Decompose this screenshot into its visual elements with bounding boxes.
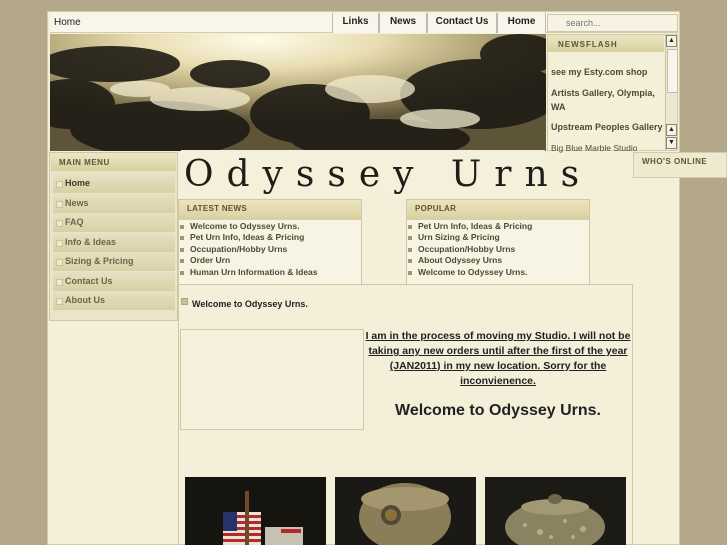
menu-item-label: Home xyxy=(65,178,91,188)
popular-link[interactable]: Urn Sizing & Pricing xyxy=(418,232,500,242)
nav-link-news[interactable]: News xyxy=(379,13,427,33)
whos-online-heading: WHO'S ONLINE xyxy=(633,152,727,178)
popular-link[interactable]: Pet Urn Info, Ideas & Pricing xyxy=(418,221,532,231)
menu-item-about-us[interactable]: About Us xyxy=(53,291,175,310)
scroll-down-arrow-icon[interactable]: ▼ xyxy=(666,137,677,149)
bullet-icon xyxy=(408,235,412,240)
newsflash-scrollbar[interactable]: ▲ ▲ ▼ xyxy=(665,35,678,150)
site-logo: Odyssey Urns xyxy=(181,150,579,197)
popular-item[interactable]: About Odyssey Urns xyxy=(408,255,502,265)
latest-news-item[interactable]: Welcome to Odyssey Urns. xyxy=(180,221,299,231)
moving-notice: I am in the process of moving my Studio.… xyxy=(365,330,631,387)
popular-item[interactable]: Welcome to Odyssey Urns. xyxy=(408,267,527,277)
bullet-icon xyxy=(180,258,184,263)
menu-item-contact-us[interactable]: Contact Us xyxy=(53,272,175,291)
scrollbar-thumb[interactable] xyxy=(667,49,678,93)
latest-news-item[interactable]: Order Urn xyxy=(180,255,230,265)
bullet-icon xyxy=(408,270,412,275)
popular-item[interactable]: Urn Sizing & Pricing xyxy=(408,232,500,242)
menu-item-label: About Us xyxy=(65,295,105,305)
newsflash-item[interactable]: see my Esty.com shop xyxy=(551,65,663,79)
menu-item-label: News xyxy=(65,198,89,208)
latest-news-link[interactable]: Human Urn Information & Ideas xyxy=(190,267,318,277)
media-placeholder xyxy=(180,329,364,430)
latest-news-item[interactable]: Human Urn Information & Ideas xyxy=(180,267,318,277)
bullet-icon xyxy=(56,201,63,208)
menu-item-news[interactable]: News xyxy=(53,194,175,213)
popular-item[interactable]: Pet Urn Info, Ideas & Pricing xyxy=(408,221,532,231)
bullet-icon xyxy=(56,240,63,247)
menu-item-home[interactable]: Home xyxy=(53,174,175,193)
menu-item-sizing-pricing[interactable]: Sizing & Pricing xyxy=(53,252,175,271)
bullet-icon xyxy=(180,247,184,252)
bullet-icon xyxy=(180,224,184,229)
popular-link[interactable]: About Odyssey Urns xyxy=(418,255,502,265)
newsflash-item[interactable]: Artists Gallery, Olympia, WA xyxy=(551,86,663,114)
welcome-heading: Welcome to Odyssey Urns. xyxy=(395,402,601,419)
latest-news-link[interactable]: Welcome to Odyssey Urns. xyxy=(190,221,299,231)
popular-item[interactable]: Occupation/Hobby Urns xyxy=(408,244,515,254)
bullet-icon xyxy=(56,181,63,188)
nav-link-contact-us[interactable]: Contact Us xyxy=(427,13,497,33)
bullet-icon xyxy=(408,224,412,229)
bullet-icon xyxy=(408,247,412,252)
urn-photo-stone[interactable] xyxy=(485,477,626,545)
popular-link[interactable]: Welcome to Odyssey Urns. xyxy=(418,267,527,277)
breadcrumb[interactable]: Home xyxy=(54,17,81,28)
bullet-icon xyxy=(56,220,63,227)
helmet-urn-image xyxy=(335,477,476,545)
bullet-icon xyxy=(180,270,184,275)
stone-urn-image xyxy=(485,477,626,545)
newsflash-heading: NEWSFLASH xyxy=(548,35,664,52)
bullet-icon xyxy=(56,279,63,286)
header-banner-image xyxy=(50,34,546,151)
main-menu-heading: MAIN MENU xyxy=(51,154,176,171)
bullet-icon xyxy=(56,259,63,266)
bullet-icon xyxy=(56,298,63,305)
nav-link-home[interactable]: Home xyxy=(497,13,546,33)
bullet-icon xyxy=(180,235,184,240)
scroll-up-arrow-icon[interactable]: ▲ xyxy=(666,124,677,136)
flag-urn-image xyxy=(185,477,326,545)
nav-link-links[interactable]: Links xyxy=(332,13,379,33)
menu-item-info-ideas[interactable]: Info & Ideas xyxy=(53,233,175,252)
menu-item-label: Info & Ideas xyxy=(65,237,117,247)
bullet-icon xyxy=(408,258,412,263)
article-title[interactable]: Welcome to Odyssey Urns. xyxy=(192,299,308,309)
article-icon xyxy=(181,298,188,305)
latest-news-heading: LATEST NEWS xyxy=(179,200,361,220)
menu-item-label: FAQ xyxy=(65,217,84,227)
latest-news-item[interactable]: Pet Urn Info, Ideas & Pricing xyxy=(180,232,304,242)
latest-news-link[interactable]: Occupation/Hobby Urns xyxy=(190,244,287,254)
popular-link[interactable]: Occupation/Hobby Urns xyxy=(418,244,515,254)
menu-item-label: Contact Us xyxy=(65,276,113,286)
latest-news-item[interactable]: Occupation/Hobby Urns xyxy=(180,244,287,254)
newsflash-item[interactable]: Upstream Peoples Gallery xyxy=(551,120,663,134)
latest-news-link[interactable]: Order Urn xyxy=(190,255,230,265)
latest-news-link[interactable]: Pet Urn Info, Ideas & Pricing xyxy=(190,232,304,242)
menu-item-label: Sizing & Pricing xyxy=(65,256,134,266)
popular-heading: POPULAR xyxy=(407,200,589,220)
scroll-up-arrow-icon[interactable]: ▲ xyxy=(666,35,677,47)
search-input[interactable] xyxy=(547,14,678,32)
menu-item-faq[interactable]: FAQ xyxy=(53,213,175,232)
urn-photo-helmet[interactable] xyxy=(335,477,476,545)
urn-photo-flag[interactable] xyxy=(185,477,326,545)
cloudy-sky-image xyxy=(50,34,546,151)
